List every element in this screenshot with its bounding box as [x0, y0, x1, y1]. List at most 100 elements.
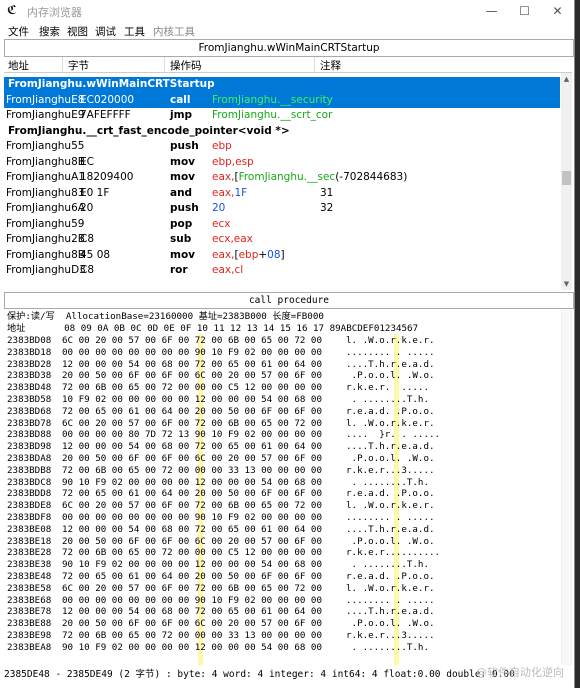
menu-kernel-tools[interactable]: 内核工具	[153, 24, 195, 39]
hex-row[interactable]: 2383BE28 72 00 6B 00 65 00 72 00 00 00 C5…	[4, 547, 560, 559]
hex-row[interactable]: 2383BD58 10 F9 02 00 00 00 00 00 12 00 00…	[4, 394, 560, 406]
hex-bytes[interactable]: 20 00 50 00 6F 00 6F 00 6C 00 20 00 57 0…	[62, 618, 322, 630]
hex-ascii[interactable]: ....T.h.r.e.a.d.	[346, 441, 435, 453]
hex-bytes[interactable]: 12 00 00 00 54 00 68 00 72 00 65 00 61 0…	[62, 606, 322, 618]
function-label-row[interactable]: FromJianghu.wWinMainCRTStartup	[4, 77, 560, 93]
hex-row[interactable]: 2383BEA8 90 10 F9 02 00 00 00 00 12 00 00…	[4, 642, 560, 654]
hex-bytes[interactable]: 00 00 00 00 80 7D 72 13 90 10 F9 02 00 0…	[62, 429, 322, 441]
close-button[interactable]: ✕	[541, 0, 574, 22]
hex-ascii[interactable]: l. .W.o.r.k.e.r.	[346, 335, 435, 347]
hex-bytes[interactable]: 72 00 65 00 61 00 64 00 20 00 50 00 6F 0…	[62, 488, 322, 500]
hex-row[interactable]: 2383BD68 72 00 65 00 61 00 64 00 20 00 50…	[4, 406, 560, 418]
hex-bytes[interactable]: 10 F9 02 00 00 00 00 00 12 00 00 00 54 0…	[62, 394, 322, 406]
hex-bytes[interactable]: 00 00 00 00 00 00 00 00 90 10 F9 02 00 0…	[62, 595, 322, 607]
hex-ascii[interactable]: . ........T.h.	[346, 642, 429, 654]
hex-bytes[interactable]: 6C 00 20 00 57 00 6F 00 72 00 6B 00 65 0…	[62, 583, 322, 595]
hex-bytes[interactable]: 12 00 00 00 54 00 68 00 72 00 65 00 61 0…	[62, 524, 322, 536]
hex-bytes[interactable]: 12 00 00 00 54 00 68 00 72 00 65 00 61 0…	[62, 441, 322, 453]
hex-ascii[interactable]: ........ . .....	[346, 347, 435, 359]
hex-ascii[interactable]: l. .W.o.r.k.e.r.	[346, 583, 435, 595]
hex-ascii[interactable]: r.e.a.d. .P.o.o.	[346, 571, 435, 583]
hex-ascii[interactable]: r.k.e.r...3.....	[346, 630, 435, 642]
hex-view[interactable]: 保护:读/写 AllocationBase=23160000 基址=2383B0…	[4, 310, 560, 665]
hex-ascii[interactable]: r.k.e.r...3.....	[346, 465, 435, 477]
menu-view[interactable]: 视图	[67, 24, 88, 39]
hex-row[interactable]: 2383BD48 72 00 6B 00 65 00 72 00 00 00 C5…	[4, 382, 560, 394]
hex-ascii[interactable]: l. .W.o.r.k.e.r.	[346, 418, 435, 430]
hex-row[interactable]: 2383BE78 12 00 00 00 54 00 68 00 72 00 65…	[4, 606, 560, 618]
hex-bytes[interactable]: 72 00 6B 00 65 00 72 00 00 00 C5 12 00 0…	[62, 547, 322, 559]
hex-ascii[interactable]: l. .W.o.r.k.e.r.	[346, 500, 435, 512]
hex-bytes[interactable]: 72 00 65 00 61 00 64 00 20 00 50 00 6F 0…	[62, 406, 322, 418]
col-opcode[interactable]: 操作码	[170, 58, 202, 73]
hex-bytes[interactable]: 72 00 6B 00 65 00 72 00 00 00 33 13 00 0…	[62, 630, 322, 642]
hex-bytes[interactable]: 12 00 00 00 54 00 68 00 72 00 65 00 61 0…	[62, 359, 322, 371]
menu-tools[interactable]: 工具	[124, 24, 145, 39]
hex-bytes[interactable]: 72 00 6B 00 65 00 72 00 00 00 33 13 00 0…	[62, 465, 322, 477]
hex-ascii[interactable]: ....T.h.r.e.a.d.	[346, 359, 435, 371]
scroll-up-icon[interactable]: ▲	[561, 75, 572, 83]
hex-ascii[interactable]: .P.o.o.l. .W.o.	[346, 370, 435, 382]
hex-row[interactable]: 2383BD88 00 00 00 00 80 7D 72 13 90 10 F9…	[4, 429, 560, 441]
hex-ascii[interactable]: ........ . .....	[346, 512, 435, 524]
instruction-row[interactable]: FromJianghuA1 18209400 mov eax,[FromJianghu…	[4, 170, 560, 186]
col-comment[interactable]: 注释	[320, 58, 341, 73]
hex-row[interactable]: 2383BD18 00 00 00 00 00 00 00 00 90 10 F9…	[4, 347, 560, 359]
menu-file[interactable]: 文件	[8, 24, 29, 39]
instruction-row[interactable]: FromJianghu8B EC mov ebp,esp	[4, 155, 560, 171]
hex-ascii[interactable]: .P.o.o.l. .W.o.	[346, 536, 435, 548]
hex-ascii[interactable]: ....T.h.r.e.a.d.	[346, 606, 435, 618]
minimize-button[interactable]: —	[475, 0, 508, 22]
hex-row[interactable]: 2383BDE8 6C 00 20 00 57 00 6F 00 72 00 6B…	[4, 500, 560, 512]
instruction-row[interactable]: FromJianghu8B 45 08 mov eax,[ebp+08]	[4, 248, 560, 264]
disasm-scrollbar[interactable]: ▲ ▼	[561, 73, 572, 290]
hex-ascii[interactable]: . ........T.h.	[346, 477, 429, 489]
hex-scrollbar[interactable]	[561, 310, 572, 665]
hex-scroll-thumb[interactable]	[562, 310, 571, 665]
hex-row[interactable]: 2383BE58 6C 00 20 00 57 00 6F 00 72 00 6B…	[4, 583, 560, 595]
hex-bytes[interactable]: 6C 00 20 00 57 00 6F 00 72 00 6B 00 65 0…	[62, 500, 322, 512]
hex-ascii[interactable]: r.k.e.r..........	[346, 547, 440, 559]
hex-ascii[interactable]: r.e.a.d. .P.o.o.	[346, 406, 435, 418]
hex-bytes[interactable]: 6C 00 20 00 57 00 6F 00 72 00 6B 00 65 0…	[62, 335, 322, 347]
hex-row[interactable]: 2383BDB8 72 00 6B 00 65 00 72 00 00 00 33…	[4, 465, 560, 477]
hex-ascii[interactable]: ........ . .....	[346, 595, 435, 607]
instruction-row[interactable]: FromJianghu55 push ebp	[4, 139, 560, 155]
menu-debug[interactable]: 调试	[95, 24, 116, 39]
hex-ascii[interactable]: r.e.a.d. .P.o.o.	[346, 488, 435, 500]
hex-bytes[interactable]: 72 00 6B 00 65 00 72 00 00 00 C5 12 00 0…	[62, 382, 322, 394]
instruction-row[interactable]: FromJianghuD3 C8 ror eax,cl	[4, 263, 560, 279]
hex-row[interactable]: 2383BE68 00 00 00 00 00 00 00 00 90 10 F9…	[4, 595, 560, 607]
hex-ascii[interactable]: . ........T.h.	[346, 394, 429, 406]
hex-row[interactable]: 2383BD78 6C 00 20 00 57 00 6F 00 72 00 6B…	[4, 418, 560, 430]
hex-row[interactable]: 2383BE48 72 00 65 00 61 00 64 00 20 00 50…	[4, 571, 560, 583]
hex-row[interactable]: 2383BE38 90 10 F9 02 00 00 00 00 12 00 00…	[4, 559, 560, 571]
hex-bytes[interactable]: 72 00 65 00 61 00 64 00 20 00 50 00 6F 0…	[62, 571, 322, 583]
hex-row[interactable]: 2383BE08 12 00 00 00 54 00 68 00 72 00 65…	[4, 524, 560, 536]
menu-search[interactable]: 搜索	[39, 24, 60, 39]
hex-row[interactable]: 2383BE98 72 00 6B 00 65 00 72 00 00 00 33…	[4, 630, 560, 642]
hex-bytes[interactable]: 20 00 50 00 6F 00 6F 00 6C 00 20 00 57 0…	[62, 370, 322, 382]
hex-row[interactable]: 2383BD28 12 00 00 00 54 00 68 00 72 00 65…	[4, 359, 560, 371]
hex-bytes[interactable]: 20 00 50 00 6F 00 6F 00 6C 00 20 00 57 0…	[62, 453, 322, 465]
scroll-thumb[interactable]	[562, 171, 571, 185]
function-label-row[interactable]: FromJianghu.__crt_fast_encode_pointer<vo…	[4, 124, 560, 140]
hex-ascii[interactable]: .P.o.o.l. .W.o.	[346, 453, 435, 465]
hex-ascii[interactable]: .P.o.o.l. .W.o.	[346, 618, 435, 630]
col-address[interactable]: 地址	[8, 58, 29, 73]
hex-row[interactable]: 2383BDA8 20 00 50 00 6F 00 6F 00 6C 00 20…	[4, 453, 560, 465]
hex-row[interactable]: 2383BD08 6C 00 20 00 57 00 6F 00 72 00 6B…	[4, 335, 560, 347]
hex-ascii[interactable]: . ........T.h.	[346, 559, 429, 571]
hex-ascii[interactable]: r.k.e.r. .....	[346, 382, 440, 394]
col-bytes[interactable]: 字节	[68, 58, 89, 73]
hex-row[interactable]: 2383BDC8 90 10 F9 02 00 00 00 00 12 00 00…	[4, 477, 560, 489]
hex-bytes[interactable]: 6C 00 20 00 57 00 6F 00 72 00 6B 00 65 0…	[62, 418, 322, 430]
instruction-row[interactable]: FromJianghuE8 EC020000 call FromJianghu.__s…	[4, 92, 560, 108]
hex-row[interactable]: 2383BD38 20 00 50 00 6F 00 6F 00 6C 00 20…	[4, 370, 560, 382]
hex-bytes[interactable]: 00 00 00 00 00 00 00 00 90 10 F9 02 00 0…	[62, 347, 322, 359]
hex-ascii[interactable]: .... }r. . .....	[346, 429, 440, 441]
hex-row[interactable]: 2383BE88 20 00 50 00 6F 00 6F 00 6C 00 20…	[4, 618, 560, 630]
instruction-row[interactable]: FromJianghuE9 7AFEFFFF jmp FromJianghu.__sc…	[4, 108, 560, 124]
maximize-button[interactable]: ☐	[508, 0, 541, 22]
instruction-row[interactable]: FromJianghu59 pop ecx	[4, 217, 560, 233]
